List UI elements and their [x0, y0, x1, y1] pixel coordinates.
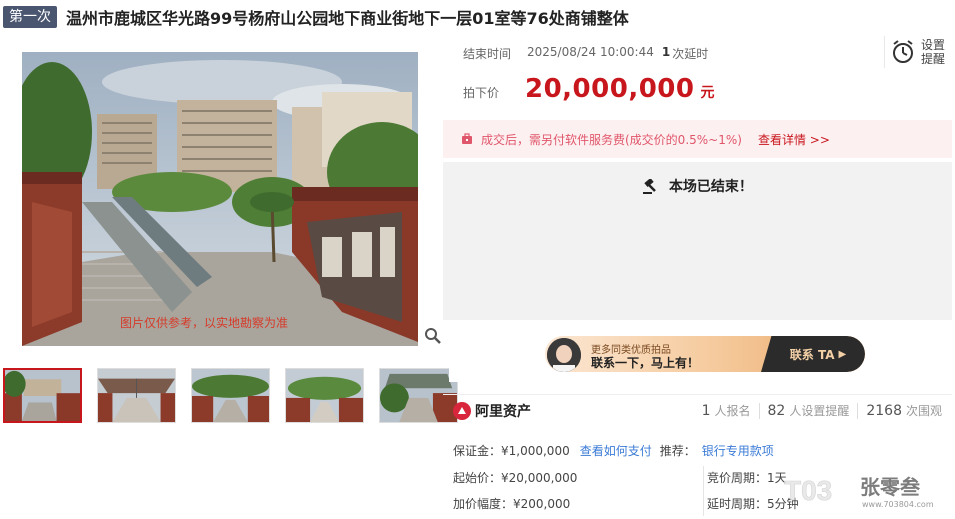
thumbnail[interactable] — [97, 368, 176, 423]
contact-promo-banner[interactable]: 更多同类优质拍品 联系一下，马上有！ 联系 TA ▶ — [545, 336, 865, 372]
registrants-label: 人报名 — [714, 404, 751, 418]
ali-assets-logo-icon — [453, 401, 471, 420]
price-value: 20,000,000 — [525, 74, 695, 104]
end-time-row: 结束时间 2025/08/24 10:00:44 1 次延时 — [463, 45, 708, 62]
increment-row: 加价幅度：¥200,000 — [453, 495, 570, 512]
auction-ended-message: 本场已结束！ — [443, 176, 952, 196]
zoom-icon[interactable] — [424, 327, 442, 345]
delay-suffix: 次延时 — [672, 47, 709, 61]
divider — [703, 466, 704, 516]
stats-bar: 阿里资产 1 人报名 82 人设置提醒 2168 次围观 — [443, 394, 952, 426]
bag-icon — [462, 133, 472, 144]
delay-count: 1 — [661, 45, 671, 59]
svg-text:张零叁: 张零叁 — [860, 475, 921, 499]
thumbnail-strip — [3, 368, 473, 423]
views-count: 2168 — [866, 402, 902, 419]
fee-notice-text: 成交后，需另付软件服务费(成交价的0.5%~1%) — [481, 132, 742, 147]
deposit-value: 保证金：¥1,000,000 — [453, 444, 570, 458]
contact-ta-button[interactable]: 联系 TA ▶ — [761, 336, 865, 372]
reminder-label: 设置提醒 — [921, 38, 946, 66]
bid-period-value: 竞价周期：1天 — [707, 471, 787, 485]
increment-value: 加价幅度：¥200,000 — [453, 497, 571, 511]
round-badge: 第一次 — [3, 6, 57, 28]
thumbnail[interactable] — [3, 368, 82, 423]
agent-avatar — [547, 338, 581, 372]
deposit-row: 保证金：¥1,000,000 查看如何支付 推荐： 银行专用款项 — [453, 442, 774, 459]
svg-text:T03: T03 — [784, 475, 832, 506]
price-label: 拍下价 — [463, 86, 500, 100]
end-time-label: 结束时间 — [463, 47, 512, 61]
fee-notice: 成交后，需另付软件服务费(成交价的0.5%~1%) 查看详情 >> — [443, 120, 952, 158]
fee-details-link[interactable]: 查看详情 >> — [758, 131, 830, 148]
auction-status-panel: 本场已结束！ — [443, 162, 952, 320]
promo-title: 联系一下，马上有！ — [591, 356, 700, 370]
watermark-logo: T03 张零叁 www.703804.com — [782, 470, 952, 510]
price-unit: 元 — [700, 85, 715, 101]
gavel-icon — [643, 179, 656, 194]
start-price-value: 起始价：¥20,000,000 — [453, 471, 578, 485]
page-title: 温州市鹿城区华光路99号杨府山公园地下商业街地下一层01室等76处商铺整体 — [66, 9, 629, 28]
reminders-label: 人设置提醒 — [789, 404, 850, 418]
photo-caption: 图片仅供参考，以实地勘察为准 — [120, 316, 289, 330]
divider — [758, 402, 760, 419]
start-price-row: 起始价：¥20,000,000 — [453, 469, 577, 486]
brand-name: 阿里资产 — [475, 403, 531, 420]
contact-ta-label: 联系 TA — [789, 347, 835, 362]
svg-text:www.703804.com: www.703804.com — [862, 500, 934, 509]
set-reminder-button[interactable]: 设置提醒 — [884, 36, 950, 68]
recommend-label: 推荐： — [659, 444, 696, 458]
views-label: 次围观 — [905, 404, 942, 418]
stats-counters: 1 人报名 82 人设置提醒 2168 次围观 — [702, 402, 942, 419]
thumbnail[interactable] — [285, 368, 364, 423]
auction-ended-text: 本场已结束！ — [668, 179, 753, 195]
alarm-clock-icon — [893, 40, 913, 63]
reminders-count: 82 — [767, 402, 786, 419]
title-bar: 第一次 温州市鹿城区华光路99号杨府山公园地下商业街地下一层01室等76处商铺整… — [3, 6, 629, 28]
promo-area: 更多同类优质拍品 联系一下，马上有！ 联系 TA ▶ — [449, 326, 950, 382]
caret-right-icon: ▶ — [838, 348, 847, 360]
bank-funds-link[interactable]: 银行专用款项 — [702, 442, 774, 459]
price-row: 拍下价 20,000,000 元 — [463, 74, 714, 104]
main-photo[interactable]: 图片仅供参考，以实地勘察为准 — [22, 52, 418, 346]
divider — [857, 402, 859, 419]
end-time-value: 2025/08/24 10:00:44 — [527, 45, 654, 59]
bid-period-row: 竞价周期：1天 — [707, 469, 787, 486]
thumbnail[interactable] — [191, 368, 270, 423]
how-to-pay-link[interactable]: 查看如何支付 — [580, 442, 652, 459]
registrants-count: 1 — [701, 402, 711, 419]
ali-assets-brand: 阿里资产 — [453, 401, 531, 421]
